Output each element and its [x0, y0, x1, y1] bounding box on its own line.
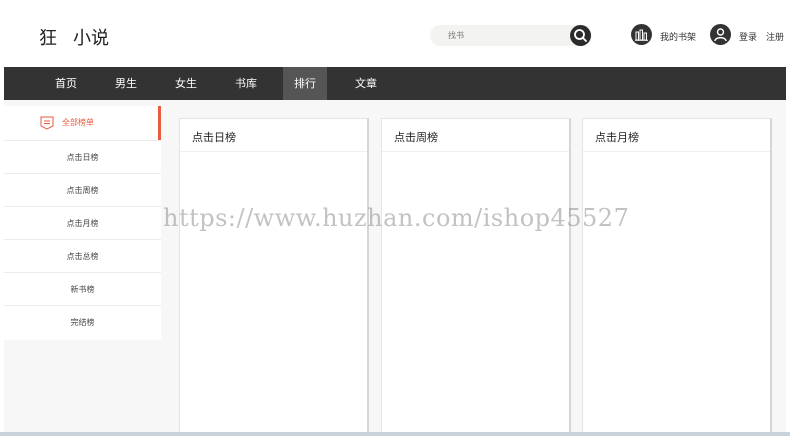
nav-item-male[interactable]: 男生 [104, 67, 148, 100]
logo-text-1: 狂 [39, 28, 57, 49]
panel-title: 点击日榜 [192, 131, 236, 144]
ranking-panel-daily: 点击日榜 [179, 118, 369, 436]
sidebar-item-monthly-clicks[interactable]: 点击月榜 [4, 206, 161, 239]
ranking-sidebar: 全部榜单 点击日榜 点击周榜 点击月榜 点击总榜 新书榜 完结榜 [4, 106, 161, 340]
nav-item-ranking[interactable]: 排行 [283, 67, 327, 100]
my-bookshelf-link[interactable]: 我的书架 [660, 30, 696, 43]
ranking-panel-weekly: 点击周榜 [381, 118, 571, 436]
ranking-panel-monthly: 点击月榜 [582, 118, 772, 436]
main-nav: 首页 男生 女生 书库 排行 文章 [4, 67, 786, 100]
nav-item-female[interactable]: 女生 [164, 67, 208, 100]
search-button[interactable] [570, 25, 591, 46]
panel-title: 点击月榜 [595, 131, 639, 144]
sidebar-item-all-rankings[interactable]: 全部榜单 [4, 106, 161, 140]
user-avatar-icon[interactable] [710, 24, 731, 45]
list-icon [40, 116, 54, 130]
bookshelf-icon[interactable] [631, 24, 652, 45]
site-logo[interactable]: 狂小说 [39, 24, 109, 50]
sidebar-item-new-books[interactable]: 新书榜 [4, 272, 161, 305]
panel-title: 点击周榜 [394, 131, 438, 144]
sidebar-head-label: 全部榜单 [62, 118, 94, 127]
sidebar-item-daily-clicks[interactable]: 点击日榜 [4, 140, 161, 173]
login-link[interactable]: 登录 [739, 30, 757, 43]
search-input[interactable] [448, 28, 568, 43]
search-icon [574, 29, 587, 42]
sidebar-item-weekly-clicks[interactable]: 点击周榜 [4, 173, 161, 206]
nav-item-articles[interactable]: 文章 [344, 67, 388, 100]
sidebar-item-total-clicks[interactable]: 点击总榜 [4, 239, 161, 272]
register-link[interactable]: 注册 [766, 30, 784, 43]
main-content: 全部榜单 点击日榜 点击周榜 点击月榜 点击总榜 新书榜 完结榜 点击日榜 点击… [4, 100, 786, 436]
nav-item-home[interactable]: 首页 [44, 67, 88, 100]
bottom-edge [0, 432, 790, 436]
sidebar-item-completed[interactable]: 完结榜 [4, 305, 161, 338]
site-header: 狂小说 我的书架 登录 注册 [0, 0, 790, 67]
nav-item-library[interactable]: 书库 [224, 67, 268, 100]
search-box [430, 25, 592, 46]
logo-text-2: 小说 [73, 28, 109, 49]
divider [382, 151, 569, 152]
divider [583, 151, 770, 152]
divider [180, 151, 367, 152]
